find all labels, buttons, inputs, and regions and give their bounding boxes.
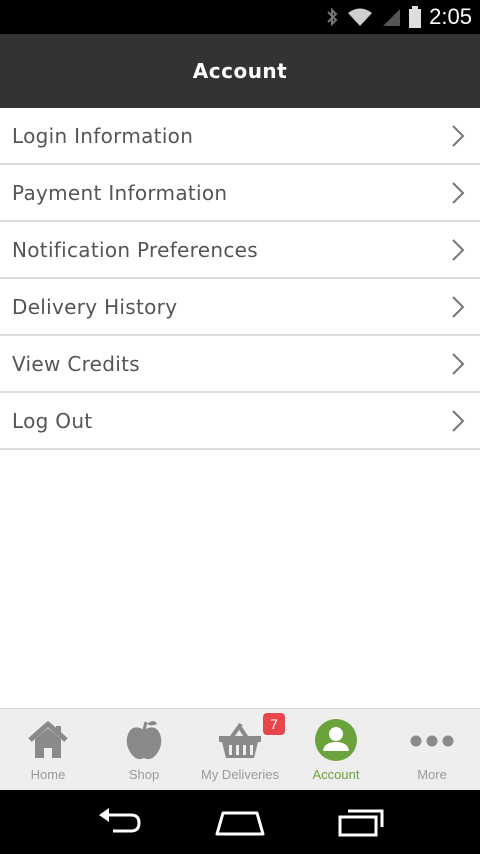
menu-item-delivery-history[interactable]: Delivery History	[0, 279, 480, 336]
basket-icon	[217, 720, 263, 764]
chevron-right-icon	[450, 180, 466, 206]
system-nav-bar	[0, 790, 480, 854]
wifi-icon	[347, 7, 373, 27]
chevron-right-icon	[450, 237, 466, 263]
menu-item-label: Delivery History	[12, 294, 178, 319]
more-icon	[409, 733, 455, 752]
battery-icon	[409, 6, 422, 28]
back-icon[interactable]	[95, 807, 143, 837]
tab-label: More	[417, 767, 447, 782]
tab-shop[interactable]: Shop	[96, 709, 192, 790]
menu-item-label: Payment Information	[12, 180, 228, 205]
tab-label: My Deliveries	[200, 767, 279, 782]
tab-label: Home	[30, 767, 66, 782]
chevron-right-icon	[450, 294, 466, 320]
signal-icon	[381, 7, 401, 27]
menu-item-login-information[interactable]: Login Information	[0, 108, 480, 165]
menu-item-label: Login Information	[12, 123, 194, 148]
tab-my-deliveries[interactable]: 7 My Deliveries	[192, 709, 288, 790]
tab-more[interactable]: More	[384, 709, 480, 790]
apple-icon	[124, 718, 164, 766]
chevron-right-icon	[450, 123, 466, 149]
menu-item-log-out[interactable]: Log Out	[0, 393, 480, 450]
status-time: 2:05	[429, 4, 472, 29]
menu-item-payment-information[interactable]: Payment Information	[0, 165, 480, 222]
tab-label: Shop	[128, 767, 160, 782]
account-icon	[314, 718, 358, 766]
chevron-right-icon	[450, 351, 466, 377]
home-nav-icon[interactable]	[214, 807, 266, 837]
menu-item-label: Log Out	[12, 408, 93, 433]
home-icon	[26, 720, 70, 764]
tab-account[interactable]: Account	[288, 709, 384, 790]
menu-item-label: View Credits	[12, 351, 140, 376]
status-bar: 2:05	[0, 0, 480, 34]
app-header: Account	[0, 34, 480, 108]
deliveries-count-badge: 7	[263, 713, 285, 735]
account-menu: Login Information Payment Information No…	[0, 108, 480, 450]
bottom-tab-bar: Home Shop 7 My Deliveries Account More	[0, 708, 480, 790]
tab-label: Account	[312, 767, 360, 782]
menu-item-view-credits[interactable]: View Credits	[0, 336, 480, 393]
recents-icon[interactable]	[337, 807, 385, 837]
menu-item-label: Notification Preferences	[12, 237, 258, 262]
page-title: Account	[192, 59, 288, 83]
menu-item-notification-preferences[interactable]: Notification Preferences	[0, 222, 480, 279]
tab-home[interactable]: Home	[0, 709, 96, 790]
bluetooth-icon	[325, 6, 339, 28]
chevron-right-icon	[450, 408, 466, 434]
